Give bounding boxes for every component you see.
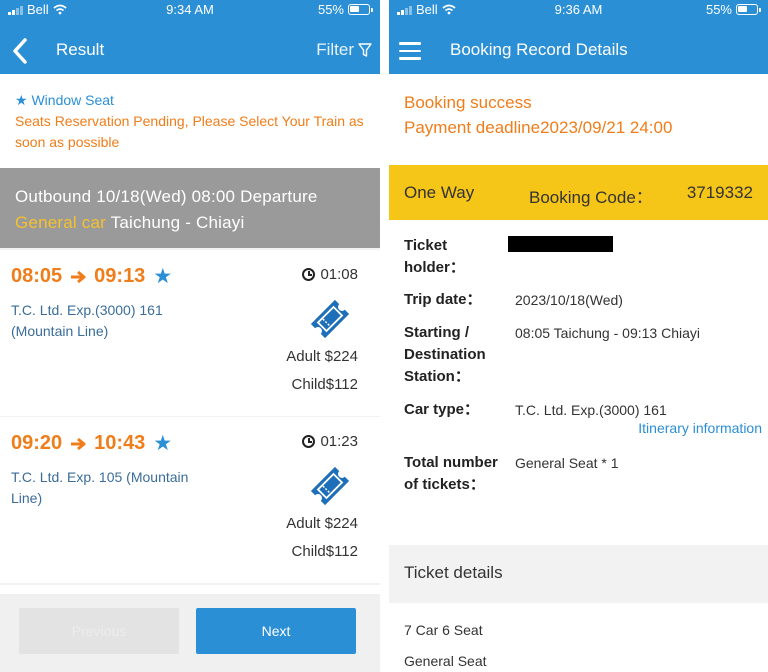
battery-percent: 55% [317,2,344,17]
ticket-icon[interactable] [305,294,355,344]
itinerary-link[interactable]: Itinerary information [638,420,762,436]
train-times: 08:05 09:13 ★ [11,264,172,289]
battery-icon [736,4,761,15]
train-times: 09:20 10:43 ★ [11,431,172,456]
train-name: T.C. Ltd. Exp.(3000) 161 (Mountain Line) [11,302,163,339]
nav-bar: Bell 9:36 AM 55% Booking Record Details [389,0,768,74]
divider [380,0,389,672]
trip-date-value: 2023/10/18(Wed) [515,292,623,308]
duration: 01:08 [302,266,358,283]
star-icon: ★ [153,432,173,455]
page-title: Booking Record Details [450,40,628,59]
window-seat-legend: ★ Window Seat [15,90,366,111]
star-icon: ★ [15,92,28,108]
trip-type: One Way [404,183,475,202]
car-type-label: Car type： [404,401,480,418]
success-message: Booking success [404,93,532,112]
booking-code-value: 3719332 [686,183,753,202]
trip-date-label: Trip date： [404,291,482,308]
battery: 55% [317,2,373,17]
arrow-right-icon [71,437,86,450]
child-price: Child$112 [291,376,358,393]
duration-value: 01:08 [320,266,358,283]
nav-bar: Bell 9:34 AM 55% Result Filter [0,0,380,74]
next-button[interactable]: Next [196,608,356,654]
result-screen: Bell 9:34 AM 55% Result Filter ★ Window … [0,0,380,672]
station-value: 08:05 Taichung - 09:13 Chiayi [515,325,700,341]
car-type-value: T.C. Ltd. Exp.(3000) 161 [515,402,667,418]
arrival-time: 10:43 [94,432,146,454]
battery-icon [348,4,373,15]
filter-icon [358,42,372,57]
clock-icon [302,268,316,281]
departure-time: 08:05 [11,265,63,287]
clock-icon [302,435,316,448]
station-label: Starting / Destination Station： [404,324,486,385]
previous-button[interactable]: Previous [19,608,179,654]
filter-label: Filter [316,40,354,59]
outbound-banner: Outbound 10/18(Wed) 08:00 Departure Gene… [0,168,380,248]
menu-icon[interactable] [399,42,421,60]
arrival-time: 09:13 [94,265,146,287]
adult-price: Adult $224 [286,515,358,532]
outbound-line: Outbound 10/18(Wed) 08:00 Departure [15,187,318,206]
booking-code-bar: One Way Booking Code： 3719332 [389,165,768,220]
ticket-holder-label: Ticket holder： [404,237,465,276]
battery: 55% [705,2,761,17]
booking-code-label: Booking Code： [529,188,653,207]
duration: 01:23 [302,433,358,450]
departure-time: 09:20 [11,432,63,454]
status-bar: Bell 9:36 AM 55% [389,0,768,20]
filter-button[interactable]: Filter [316,40,372,60]
redacted-name [508,236,613,252]
back-icon[interactable] [10,37,32,65]
page-title: Result [56,40,105,59]
window-seat-label: Window Seat [31,92,114,108]
child-price: Child$112 [291,543,358,560]
ticket-details-header: Ticket details [389,545,768,603]
seat-type: General Seat [404,653,487,669]
car-type: General car [15,213,107,232]
duration-value: 01:23 [320,433,358,450]
train-name: T.C. Ltd. Exp. 105 (Mountain Line) [11,469,189,506]
star-icon: ★ [153,265,173,288]
bottom-action-bar: Previous Next [0,594,380,672]
booking-record-screen: Bell 9:36 AM 55% Booking Record Details … [389,0,768,672]
battery-percent: 55% [705,2,732,17]
outbound-route-line: General car Taichung - Chiayi [15,210,365,236]
total-tickets-label: Total number of tickets： [404,454,498,493]
adult-price: Adult $224 [286,348,358,365]
route: Taichung - Chiayi [110,213,245,232]
train-card[interactable]: 08:05 09:13 ★ 01:08 T.C. Ltd. Exp.(3000)… [0,250,380,416]
payment-deadline: Payment deadline2023/09/21 24:00 [404,118,673,137]
seat-notice: ★ Window Seat Seats Reservation Pending,… [0,74,380,168]
pending-warning: Seats Reservation Pending, Please Select… [15,113,364,150]
seat-info: 7 Car 6 Seat [404,622,483,638]
train-card[interactable]: 09:20 10:43 ★ 01:23 T.C. Ltd. Exp. 105 (… [0,417,380,583]
booking-status: Booking success Payment deadline2023/09/… [404,90,672,140]
arrow-right-icon [71,270,86,283]
ticket-icon[interactable] [305,461,355,511]
total-tickets-value: General Seat * 1 [515,455,619,471]
status-bar: Bell 9:34 AM 55% [0,0,380,20]
